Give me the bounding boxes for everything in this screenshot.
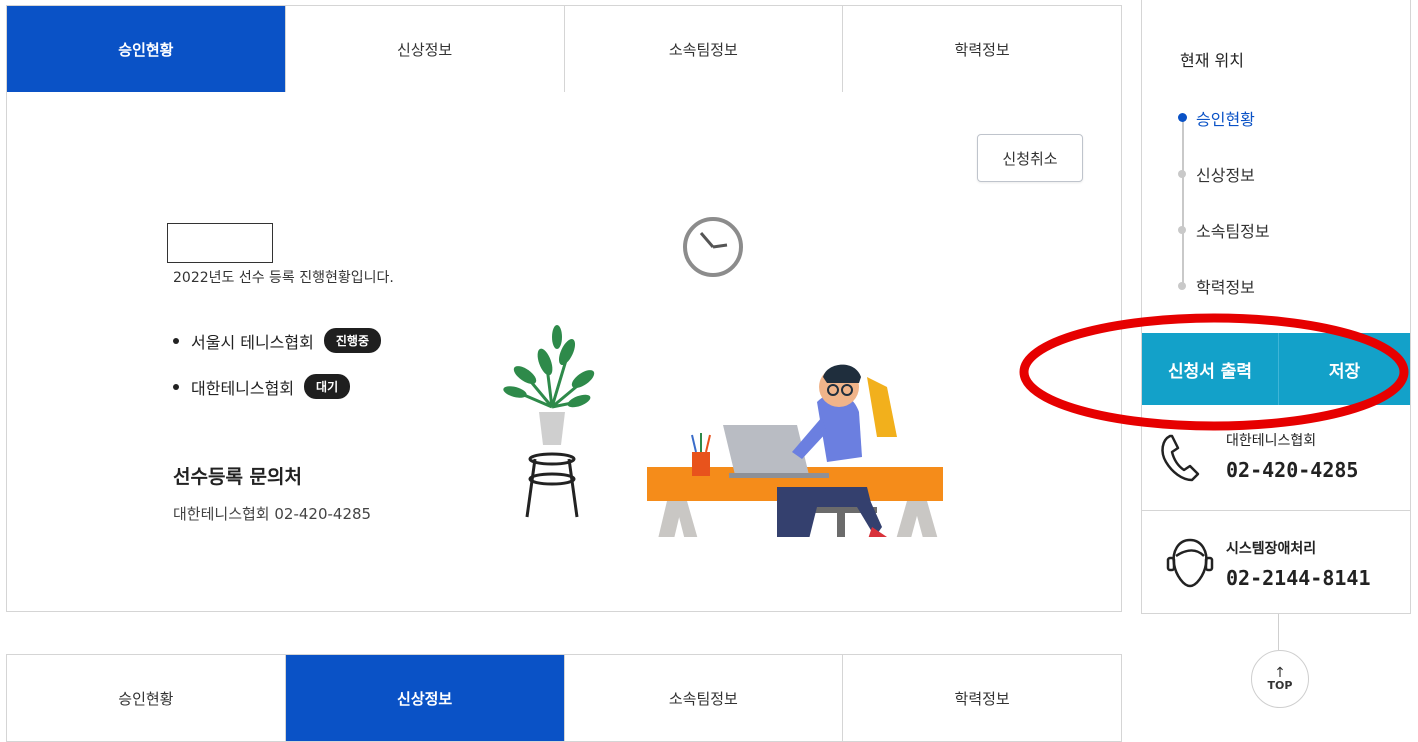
sidebar-item-team-info[interactable]: 소속팀정보 bbox=[1196, 218, 1270, 242]
sidebar-heading: 현재 위치 bbox=[1180, 51, 1244, 70]
tab-approval-status[interactable]: 승인현황 bbox=[7, 655, 286, 741]
bullet-icon bbox=[173, 337, 179, 344]
sidebar-item-approval-status[interactable]: 승인현황 bbox=[1196, 106, 1255, 130]
action-bar: 신청서 출력 저장 bbox=[1142, 333, 1410, 405]
save-button[interactable]: 저장 bbox=[1279, 333, 1410, 405]
help-phone: 02-420-4285 bbox=[1226, 458, 1359, 482]
tab-team-info[interactable]: 소속팀정보 bbox=[565, 655, 844, 741]
help-phone: 02-2144-8141 bbox=[1226, 566, 1371, 590]
help-contact-association: 대한테니스협회 02-420-4285 bbox=[1142, 420, 1410, 510]
status-badge: 대기 bbox=[304, 374, 351, 399]
player-name-box bbox=[167, 223, 273, 263]
contact-value: 대한테니스협회 02-420-4285 bbox=[173, 505, 372, 523]
association-item: 대한테니스협회 대기 bbox=[173, 374, 351, 399]
status-badge: 진행중 bbox=[323, 328, 381, 353]
status-intro-text: 2022년도 선수 등록 진행현황입니다. bbox=[173, 270, 394, 286]
tab-team-info[interactable]: 소속팀정보 bbox=[565, 6, 844, 92]
divider bbox=[1142, 510, 1410, 511]
help-label: 시스템장애처리 bbox=[1226, 541, 1317, 557]
tab-approval-status[interactable]: 승인현황 bbox=[7, 6, 286, 92]
sidebar-item-education-info[interactable]: 학력정보 bbox=[1196, 274, 1255, 298]
association-name: 대한테니스협회 bbox=[191, 378, 295, 398]
nav-dot-icon bbox=[1178, 170, 1186, 178]
nav-dot-icon bbox=[1178, 226, 1186, 234]
arrow-up-icon: ↑ bbox=[1274, 664, 1286, 681]
scroll-top-button[interactable]: ↑ TOP bbox=[1251, 650, 1309, 708]
tab-bar-bottom: 승인현황 신상정보 소속팀정보 학력정보 bbox=[6, 654, 1122, 742]
person-at-desk-illustration bbox=[503, 217, 943, 537]
location-sidebar: 현재 위치 승인현황 신상정보 소속팀정보 학력정보 신청서 출력 저장 대한테… bbox=[1141, 0, 1411, 614]
help-label: 대한테니스협회 bbox=[1226, 433, 1317, 449]
approval-status-panel: 신청취소 2022년도 선수 등록 진행현황입니다. 서울시 테니스협회 진행중… bbox=[6, 92, 1122, 612]
help-contact-system: 시스템장애처리 02-2144-8141 bbox=[1142, 520, 1410, 610]
cancel-application-button[interactable]: 신청취소 bbox=[977, 134, 1083, 182]
tab-personal-info[interactable]: 신상정보 bbox=[285, 655, 565, 741]
nav-track-line bbox=[1182, 118, 1184, 286]
print-application-button[interactable]: 신청서 출력 bbox=[1142, 333, 1279, 405]
contact-title: 선수등록 문의처 bbox=[173, 466, 302, 488]
headset-icon bbox=[1166, 538, 1214, 588]
sidebar-item-personal-info[interactable]: 신상정보 bbox=[1196, 162, 1255, 186]
association-name: 서울시 테니스협회 bbox=[191, 332, 314, 352]
nav-dot-icon bbox=[1178, 282, 1186, 290]
association-item: 서울시 테니스협회 진행중 bbox=[173, 328, 381, 353]
bullet-icon bbox=[173, 383, 179, 390]
tab-education-info[interactable]: 학력정보 bbox=[843, 6, 1121, 92]
tab-bar-top: 승인현황 신상정보 소속팀정보 학력정보 bbox=[6, 5, 1122, 93]
top-label: TOP bbox=[1267, 678, 1293, 692]
nav-dot-icon bbox=[1178, 113, 1187, 122]
tab-education-info[interactable]: 학력정보 bbox=[843, 655, 1121, 741]
phone-icon bbox=[1161, 434, 1200, 482]
top-connector-line bbox=[1278, 614, 1279, 650]
tab-personal-info[interactable]: 신상정보 bbox=[286, 6, 565, 92]
